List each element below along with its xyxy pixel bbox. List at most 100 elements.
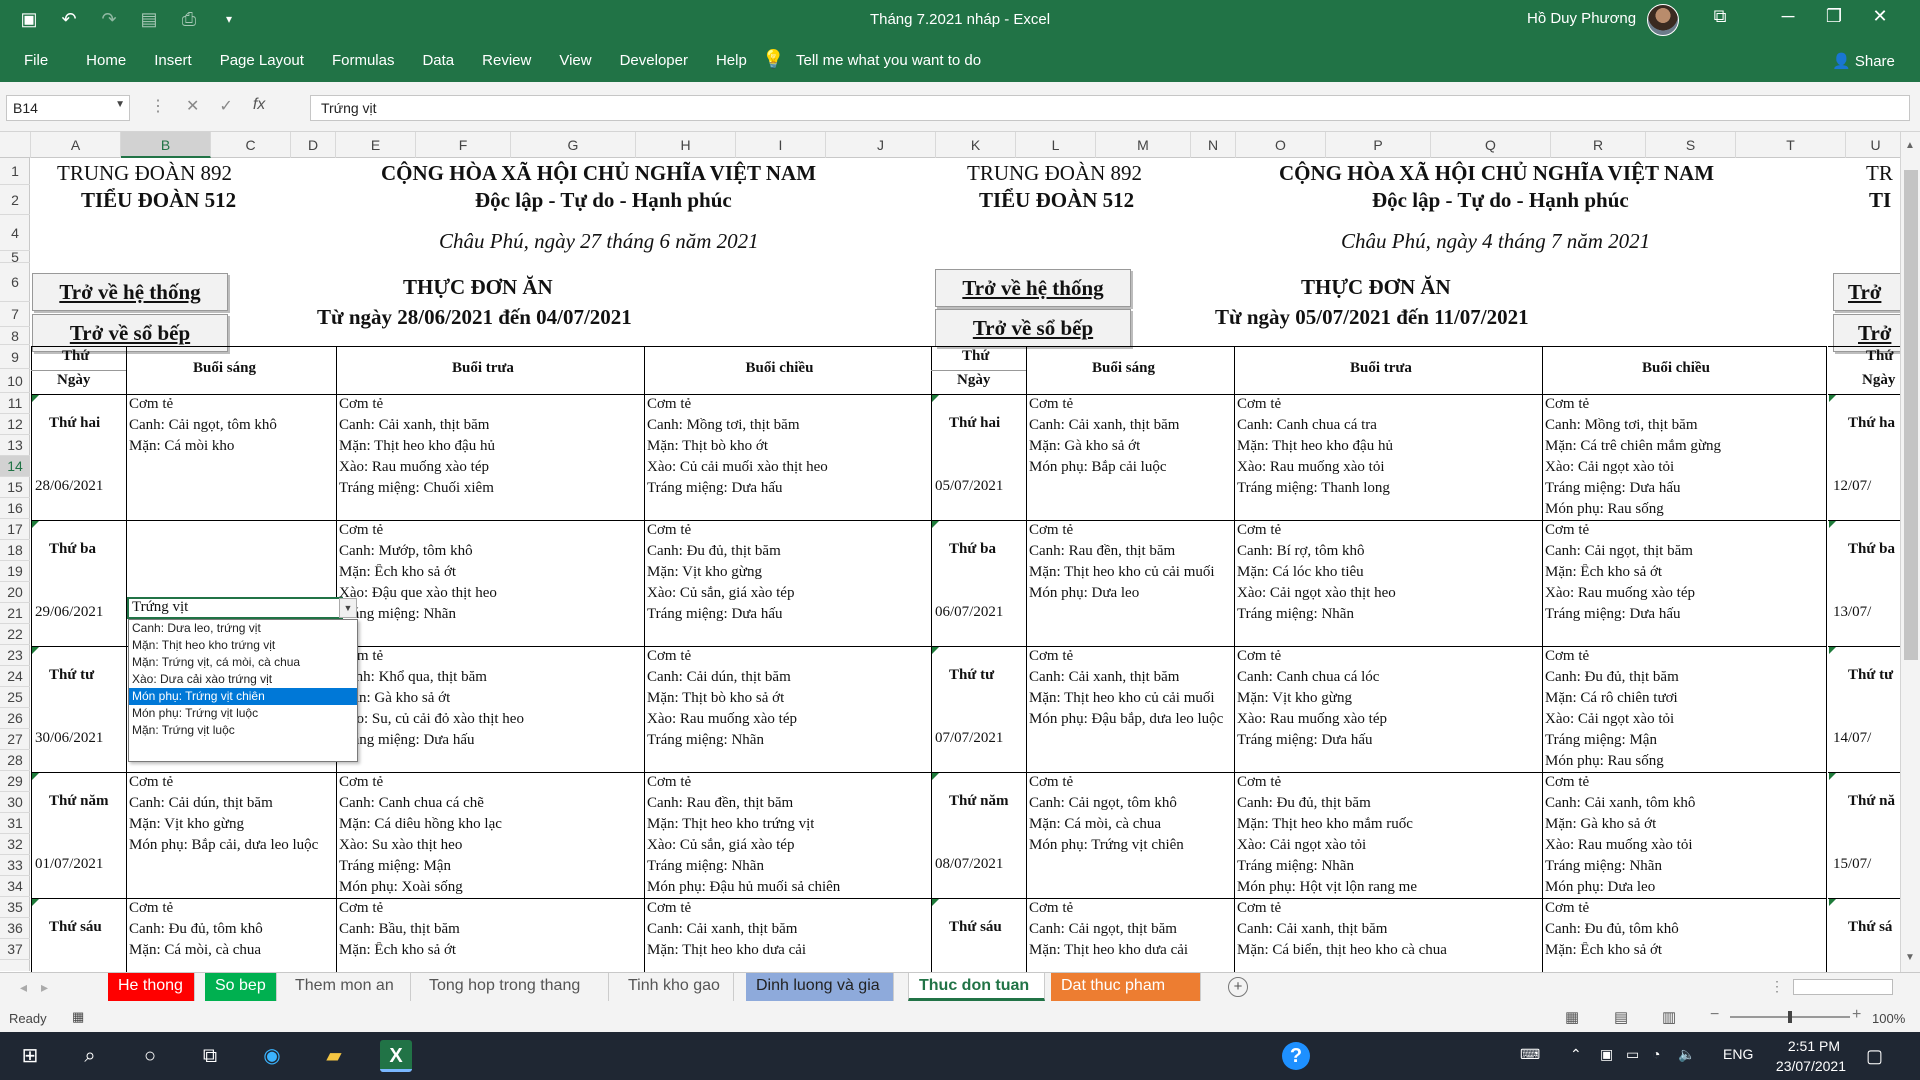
excel-icon[interactable]: X — [380, 1040, 412, 1072]
column-header-L[interactable]: L — [1016, 132, 1096, 158]
meal-line[interactable]: Tráng miệng: Mận — [339, 858, 451, 875]
sheet-nav-arrows[interactable]: ◂▸ — [20, 979, 62, 996]
meal-line[interactable]: Xào: Củ cải muối xào thịt heo — [647, 459, 828, 476]
meal-line[interactable]: Canh: Cải dún, thịt băm — [129, 795, 273, 812]
zoom-slider-thumb[interactable] — [1788, 1011, 1792, 1023]
ribbon-tab-page-layout[interactable]: Page Layout — [220, 52, 304, 69]
meal-line[interactable]: Mặn: Cá biển, thịt heo kho cà chua — [1237, 942, 1447, 959]
normal-view-icon[interactable]: ▦ — [1565, 1008, 1579, 1026]
dropdown-option[interactable]: Xào: Dưa cải xào trứng vịt — [129, 671, 357, 688]
column-header-O[interactable]: O — [1236, 132, 1326, 158]
meal-line[interactable]: Cơm tẻ — [339, 900, 383, 917]
sheet-tab-dinh-luong-và-gia[interactable]: Dinh luong và gia — [746, 973, 894, 1001]
row-header-15[interactable]: 15 — [0, 477, 30, 498]
meal-line[interactable]: Mặn: Ếch kho sả ớt — [339, 564, 456, 581]
column-header-A[interactable]: A — [31, 132, 121, 158]
meal-line[interactable]: Mặn: Gà kho sả ớt — [1029, 438, 1140, 455]
column-header-R[interactable]: R — [1551, 132, 1646, 158]
meal-line[interactable]: Canh: Khổ qua, thịt băm — [339, 669, 487, 686]
meal-line[interactable]: Món phụ: Đậu hủ muối sả chiên — [647, 879, 840, 896]
ribbon-tab-review[interactable]: Review — [482, 52, 531, 69]
meal-line[interactable]: Món phụ: Bắp cải, dưa leo luộc — [129, 837, 318, 854]
row-header-21[interactable]: 21 — [0, 603, 30, 624]
notification-icon[interactable]: ▢ — [1866, 1046, 1883, 1067]
row-header-19[interactable]: 19 — [0, 561, 30, 582]
meal-line[interactable]: Xào: Rau muống xào tép — [1237, 711, 1387, 728]
formula-input[interactable]: Trứng vịt — [310, 95, 1910, 121]
row-header-34[interactable]: 34 — [0, 876, 30, 897]
column-header-K[interactable]: K — [936, 132, 1016, 158]
meal-line[interactable]: Xào: Rau muống xào tép — [339, 459, 489, 476]
meal-line[interactable]: Canh: Mồng tơi, thịt băm — [1545, 417, 1698, 434]
restore-icon[interactable]: ❐ — [1814, 6, 1854, 27]
meal-line[interactable]: Cơm tẻ — [1545, 900, 1589, 917]
column-header-T[interactable]: T — [1736, 132, 1846, 158]
meal-line[interactable]: Cơm tẻ — [1029, 648, 1073, 665]
row-header-32[interactable]: 32 — [0, 834, 30, 855]
task-view-icon[interactable]: ⧉ — [194, 1040, 226, 1072]
row-header-25[interactable]: 25 — [0, 687, 30, 708]
meal-line[interactable]: Món phụ: Bắp cải luộc — [1029, 459, 1166, 476]
row-header-18[interactable]: 18 — [0, 540, 30, 561]
network-icon[interactable]: ◔ — [1652, 1046, 1660, 1062]
meal-line[interactable]: Cơm tẻ — [1029, 900, 1073, 917]
meal-line[interactable]: Cơm tẻ — [1237, 522, 1281, 539]
meal-line[interactable]: Mặn: Cá mòi, cà chua — [1029, 816, 1161, 833]
close-icon[interactable]: ✕ — [1860, 6, 1900, 27]
meal-line[interactable]: Mặn: Thịt heo kho dưa cải — [647, 942, 806, 959]
meal-line[interactable]: Cơm tẻ — [1237, 900, 1281, 917]
meal-line[interactable]: Xào: Rau muống xào tép — [1545, 585, 1695, 602]
row-header-31[interactable]: 31 — [0, 813, 30, 834]
meal-line[interactable]: Xào: Su, củ cải đỏ xào thịt heo — [339, 711, 524, 728]
meal-line[interactable]: Tráng miệng: Dưa hấu — [647, 606, 782, 623]
sheet-tab-thuc-don-tuan[interactable]: Thuc don tuan — [908, 973, 1045, 1001]
back-to-system-button-1[interactable]: Trở về hệ thống — [32, 273, 228, 311]
meal-line[interactable]: Canh: Đu đủ, thịt băm — [1545, 669, 1679, 686]
meal-line[interactable]: Canh: Bí rợ, tôm khô — [1237, 543, 1365, 560]
row-header-7[interactable]: 7 — [0, 302, 30, 327]
meal-line[interactable]: Mặn: Thịt heo kho củ cải muối — [1029, 690, 1215, 707]
row-header-30[interactable]: 30 — [0, 792, 30, 813]
meal-line[interactable]: Cơm tẻ — [1237, 648, 1281, 665]
row-header-22[interactable]: 22 — [0, 624, 30, 645]
battery-icon[interactable]: ▭ — [1626, 1046, 1639, 1063]
meal-line[interactable]: Cơm tẻ — [647, 774, 691, 791]
meal-line[interactable]: Xào: Đậu que xào thịt heo — [339, 585, 497, 602]
row-header-37[interactable]: 37 — [0, 939, 30, 960]
user-name[interactable]: Hồ Duy Phương — [1527, 10, 1636, 27]
meal-line[interactable]: Mặn: Cá diêu hồng kho lạc — [339, 816, 502, 833]
meal-line[interactable]: Mặn: Cá mòi, cà chua — [129, 942, 261, 959]
meal-line[interactable]: Cơm tẻ — [339, 396, 383, 413]
meal-line[interactable]: Mặn: Thịt heo kho đậu hủ — [339, 438, 495, 455]
sheet-tab-so-bep[interactable]: So bep — [205, 973, 277, 1001]
meal-line[interactable]: Mặn: Vịt kho gừng — [1237, 690, 1352, 707]
ribbon-display-icon[interactable]: ⧉ — [1700, 6, 1740, 27]
horizontal-scrollbar[interactable] — [1793, 979, 1893, 995]
column-header-N[interactable]: N — [1191, 132, 1236, 158]
meal-line[interactable]: Canh: Đu đủ, thịt băm — [1237, 795, 1371, 812]
meal-line[interactable]: Canh: Cải xanh, tôm khô — [1545, 795, 1695, 812]
minimize-icon[interactable]: ─ — [1768, 6, 1808, 27]
meal-line[interactable]: Canh: Cải dún, thịt băm — [647, 669, 791, 686]
vertical-scrollbar[interactable]: ▲ ▼ — [1900, 132, 1920, 972]
tray-chevron-icon[interactable]: ⌃ — [1570, 1046, 1582, 1063]
meal-line[interactable]: Mặn: Cá rô chiên tươi — [1545, 690, 1678, 707]
meal-line[interactable]: Canh: Cải xanh, thịt băm — [647, 921, 797, 938]
row-header-6[interactable]: 6 — [0, 263, 30, 302]
help-icon[interactable]: ? — [1282, 1042, 1310, 1070]
meet-icon[interactable]: ▣ — [1600, 1046, 1613, 1063]
row-header-4[interactable]: 4 — [0, 215, 30, 251]
column-header-M[interactable]: M — [1096, 132, 1191, 158]
meal-line[interactable]: Cơm tẻ — [1545, 522, 1589, 539]
meal-line[interactable]: Xào: Cải ngọt xào tỏi — [1237, 837, 1366, 854]
meal-line[interactable]: Cơm tẻ — [129, 900, 173, 917]
meal-line[interactable]: Tráng miệng: Nhãn — [647, 732, 764, 749]
column-header-P[interactable]: P — [1326, 132, 1431, 158]
validation-dropdown-button[interactable]: ▼ — [339, 598, 357, 618]
meal-line[interactable]: Tráng miệng: Nhãn — [1237, 606, 1354, 623]
column-header-F[interactable]: F — [416, 132, 511, 158]
row-header-29[interactable]: 29 — [0, 771, 30, 792]
row-header-23[interactable]: 23 — [0, 645, 30, 666]
meal-line[interactable]: Mặn: Cá lóc kho tiêu — [1237, 564, 1364, 581]
row-header-12[interactable]: 12 — [0, 414, 30, 435]
